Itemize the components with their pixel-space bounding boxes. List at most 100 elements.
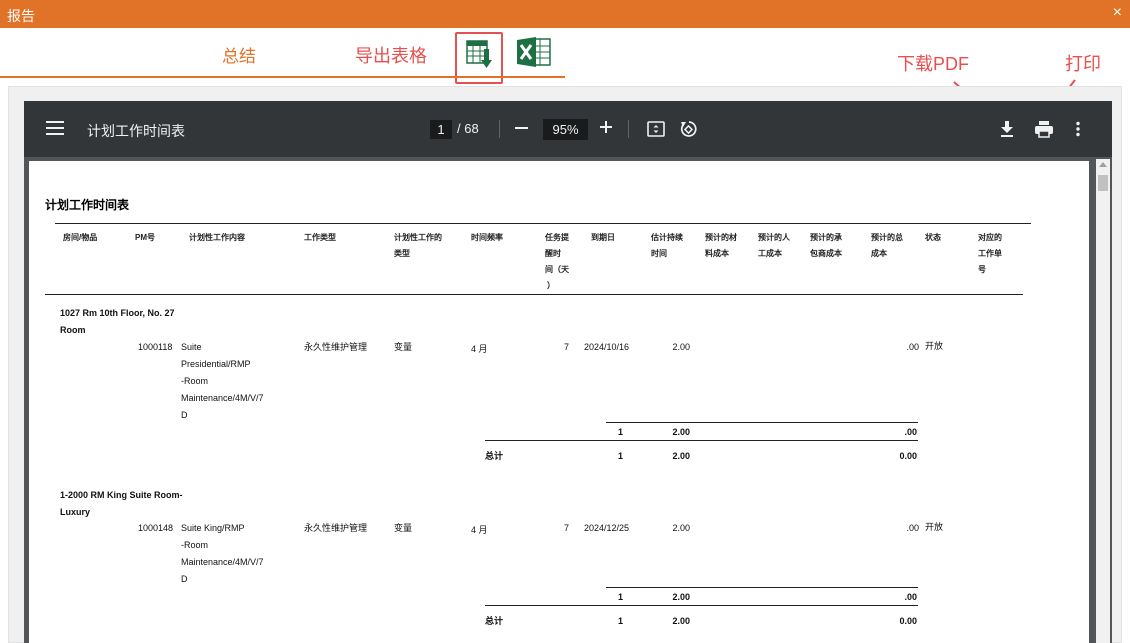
total-count: 1 [617,451,623,461]
cell-content: Maintenance/4M/V/7 [181,393,264,403]
group-room: Room [60,325,86,335]
window-title: 报告 [7,8,35,24]
close-icon[interactable]: × [1113,4,1122,22]
col-material-cost: 料成本 [705,249,729,258]
zoom-in-icon[interactable] [599,120,613,134]
cell-category: 变量 [394,523,413,533]
cell-content: D [181,410,188,420]
col-total-cost: 预计的总 [871,233,903,242]
col-status: 状态 [925,233,941,242]
col-interval: 醒时 [545,249,561,258]
subtotal-duration: 2.00 [672,427,690,437]
cell-total-cost: .00 [906,342,919,352]
subtotal-duration: 2.00 [672,592,690,602]
subtotal-bottom-rule [485,605,918,606]
cell-work-type: 永久性维护管理 [304,342,368,352]
download-annotation: 下载PDF [897,54,969,74]
cell-content: Maintenance/4M/V/7 [181,557,264,567]
col-duration: 时间 [651,249,667,258]
total-duration: 2.00 [672,616,690,626]
print-annotation: 打印 [1065,54,1101,74]
rotate-icon[interactable] [678,119,698,139]
fit-page-icon[interactable] [647,120,665,138]
toolbar-divider [628,120,629,138]
total-label: 总计 [485,616,504,626]
cell-total-cost: .00 [906,523,919,533]
subtotal-count: 1 [617,427,623,437]
subtotal-cost: .00 [904,592,917,602]
cell-content: Presidential/RMP [181,359,251,369]
more-icon[interactable] [1075,121,1081,137]
col-outsource-cost: 包商成本 [810,249,842,258]
cell-duration: 2.00 [672,342,690,352]
cell-status: 开放 [925,522,944,532]
col-content: 计划性工作内容 [189,233,245,242]
cell-content: -Room [181,376,209,386]
tab-export-table[interactable]: 导出表格 [355,42,427,68]
col-room: 房间/物品 [63,233,98,242]
zoom-out-icon[interactable] [515,127,528,129]
tab-summary[interactable]: 总结 [222,42,256,67]
excel-icon[interactable] [516,36,552,68]
cell-interval: 7 [563,523,569,533]
download-icon[interactable] [999,120,1015,138]
cell-frequency: 4 月 [471,525,488,535]
col-work-order: 对应的 [978,233,1002,242]
subtotal-rule [606,422,918,423]
col-work-order: 号 [978,265,986,274]
col-due: 到期日 [591,233,615,242]
group-room: Luxury [60,507,91,517]
cell-content: Suite [181,342,202,352]
report-title: 计划工作时间表 [45,198,130,212]
col-work-type: 工作类型 [304,233,336,242]
scrollbar-thumb[interactable] [1098,175,1108,191]
pdf-viewer: 计划工作时间表 1 / 68 95% 计划工作时间表 房间/物品 PM号 计划性… [24,101,1112,643]
scrollbar[interactable] [1096,159,1110,643]
col-category: 计划性工作的 [394,233,442,242]
menu-icon[interactable] [46,121,64,137]
cell-category: 变量 [394,342,413,352]
col-material-cost: 预计的材 [705,233,737,242]
total-duration: 2.00 [672,451,690,461]
total-cost: 0.00 [899,451,917,461]
group-room: 1027 Rm 10th Floor, No. 27 [60,308,175,318]
scroll-up-icon[interactable] [1099,162,1107,167]
total-cost: 0.00 [899,616,917,626]
tab-underline [0,76,565,78]
page-number-input[interactable]: 1 [430,120,452,139]
cell-duration: 2.00 [672,523,690,533]
cell-content: -Room [181,540,209,550]
page-total: / 68 [457,121,479,136]
cell-frequency: 4 月 [471,344,488,354]
cell-work-type: 永久性维护管理 [304,523,368,533]
print-icon[interactable] [1034,120,1054,138]
header-bottom-rule [45,294,1023,295]
subtotal-cost: .00 [904,427,917,437]
subtotal-bottom-rule [485,440,918,441]
toolbar-divider [499,120,500,138]
subtotal-count: 1 [617,592,623,602]
pdf-toolbar: 计划工作时间表 1 / 68 95% [24,101,1112,157]
group-room: 1-2000 RM King Suite Room- [60,490,183,500]
cell-pm: 1000148 [138,523,174,533]
col-interval: ） [547,281,555,290]
total-count: 1 [617,616,623,626]
cell-content: Suite King/RMP [181,523,245,533]
window-titlebar: 报告 × [0,0,1130,28]
col-interval: 任务提 [545,233,569,242]
col-category: 类型 [394,249,410,258]
cell-due: 2024/12/25 [584,523,630,533]
zoom-input[interactable]: 95% [543,119,588,140]
cell-status: 开放 [925,341,944,351]
col-work-order: 工作单 [978,249,1002,258]
col-total-cost: 成本 [871,249,887,258]
col-frequency: 时间频率 [471,233,503,242]
total-label: 总计 [485,451,504,461]
col-interval: 间（天 [545,265,569,274]
subtotal-rule [606,587,918,588]
col-outsource-cost: 预计的承 [810,233,842,242]
doc-title: 计划工作时间表 [87,123,185,139]
header-top-rule [55,223,1031,224]
col-labor-cost: 工成本 [758,249,782,258]
col-pm: PM号 [135,233,155,242]
